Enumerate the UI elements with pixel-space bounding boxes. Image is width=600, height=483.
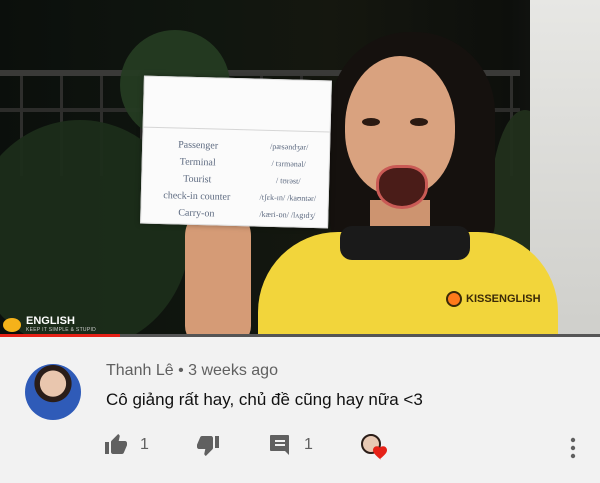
like-action: 1 — [104, 433, 149, 457]
vocab-phonetic: /kæri-ɒn/ /lʌgɪdʒ/ — [259, 209, 316, 221]
vocab-word: Carry-on — [178, 207, 215, 220]
vocab-word: Terminal — [179, 156, 216, 169]
commenter-avatar[interactable] — [25, 364, 81, 420]
card-fold — [143, 126, 330, 133]
vocab-row: Carry-on /kæri-ɒn/ /lʌgɪdʒ/ — [142, 207, 328, 221]
vocab-phonetic: / tɜrmənəl/ — [271, 158, 306, 169]
comment-header: Thanh Lê • 3 weeks ago — [106, 362, 278, 380]
reply-action: 1 — [268, 433, 313, 457]
channel-watermark-tagline: KEEP IT SIMPLE & STUPID — [26, 327, 97, 333]
vocab-word: Tourist — [183, 173, 212, 186]
vocab-phonetic: / tʊrəst/ — [275, 176, 301, 186]
comment-time: 3 weeks ago — [188, 362, 278, 379]
reply-icon[interactable] — [268, 433, 292, 457]
vocab-phonetic: /pæsəndʒər/ — [269, 141, 309, 152]
thumb-up-icon[interactable] — [104, 433, 128, 457]
shirt-collar — [340, 226, 470, 260]
vocab-row: Terminal / tɜrmənəl/ — [143, 156, 329, 169]
channel-watermark: ENGLISH KEEP IT SIMPLE & STUPID — [3, 316, 96, 333]
video-frame[interactable]: KISSENGLISH Passenger /pæsəndʒər/ Termin… — [0, 0, 600, 337]
vocab-word: check-in counter — [163, 190, 231, 203]
vocab-row: check-in counter /tʃɛk-ɪn/ /kaʊntər/ — [142, 190, 328, 203]
vocab-card: Passenger /pæsəndʒər/ Terminal / tɜrmənə… — [140, 75, 332, 229]
presenter-mouth — [376, 165, 428, 209]
comment-separator: • — [178, 362, 184, 379]
more-vert-icon[interactable] — [567, 437, 579, 459]
vocab-word: Passenger — [178, 139, 219, 152]
channel-logo-icon — [3, 317, 21, 332]
left-eye — [362, 118, 380, 126]
creator-heart — [360, 433, 388, 461]
creator-heart-icon — [361, 434, 387, 460]
vocab-phonetic: /tʃɛk-ɪn/ /kaʊntər/ — [259, 192, 317, 204]
vocab-row: Passenger /pæsəndʒər/ — [143, 139, 329, 151]
vocab-row: Tourist / tʊrəst/ — [142, 173, 328, 186]
comment-thread — [0, 337, 600, 483]
dislike-action — [196, 433, 220, 457]
shirt-logo: KISSENGLISH — [446, 291, 541, 307]
thumb-down-icon[interactable] — [196, 433, 220, 457]
shirt-logo-text: KISSENGLISH — [466, 293, 541, 305]
right-eye — [410, 118, 428, 126]
shirt-logo-mark — [446, 291, 462, 307]
reply-count: 1 — [304, 436, 313, 453]
like-count: 1 — [140, 436, 149, 453]
comment-text: Cô giảng rất hay, chủ đề cũng hay nữa <3 — [106, 390, 423, 409]
channel-watermark-name: ENGLISH — [26, 315, 75, 327]
comment-author[interactable]: Thanh Lê — [106, 362, 174, 379]
